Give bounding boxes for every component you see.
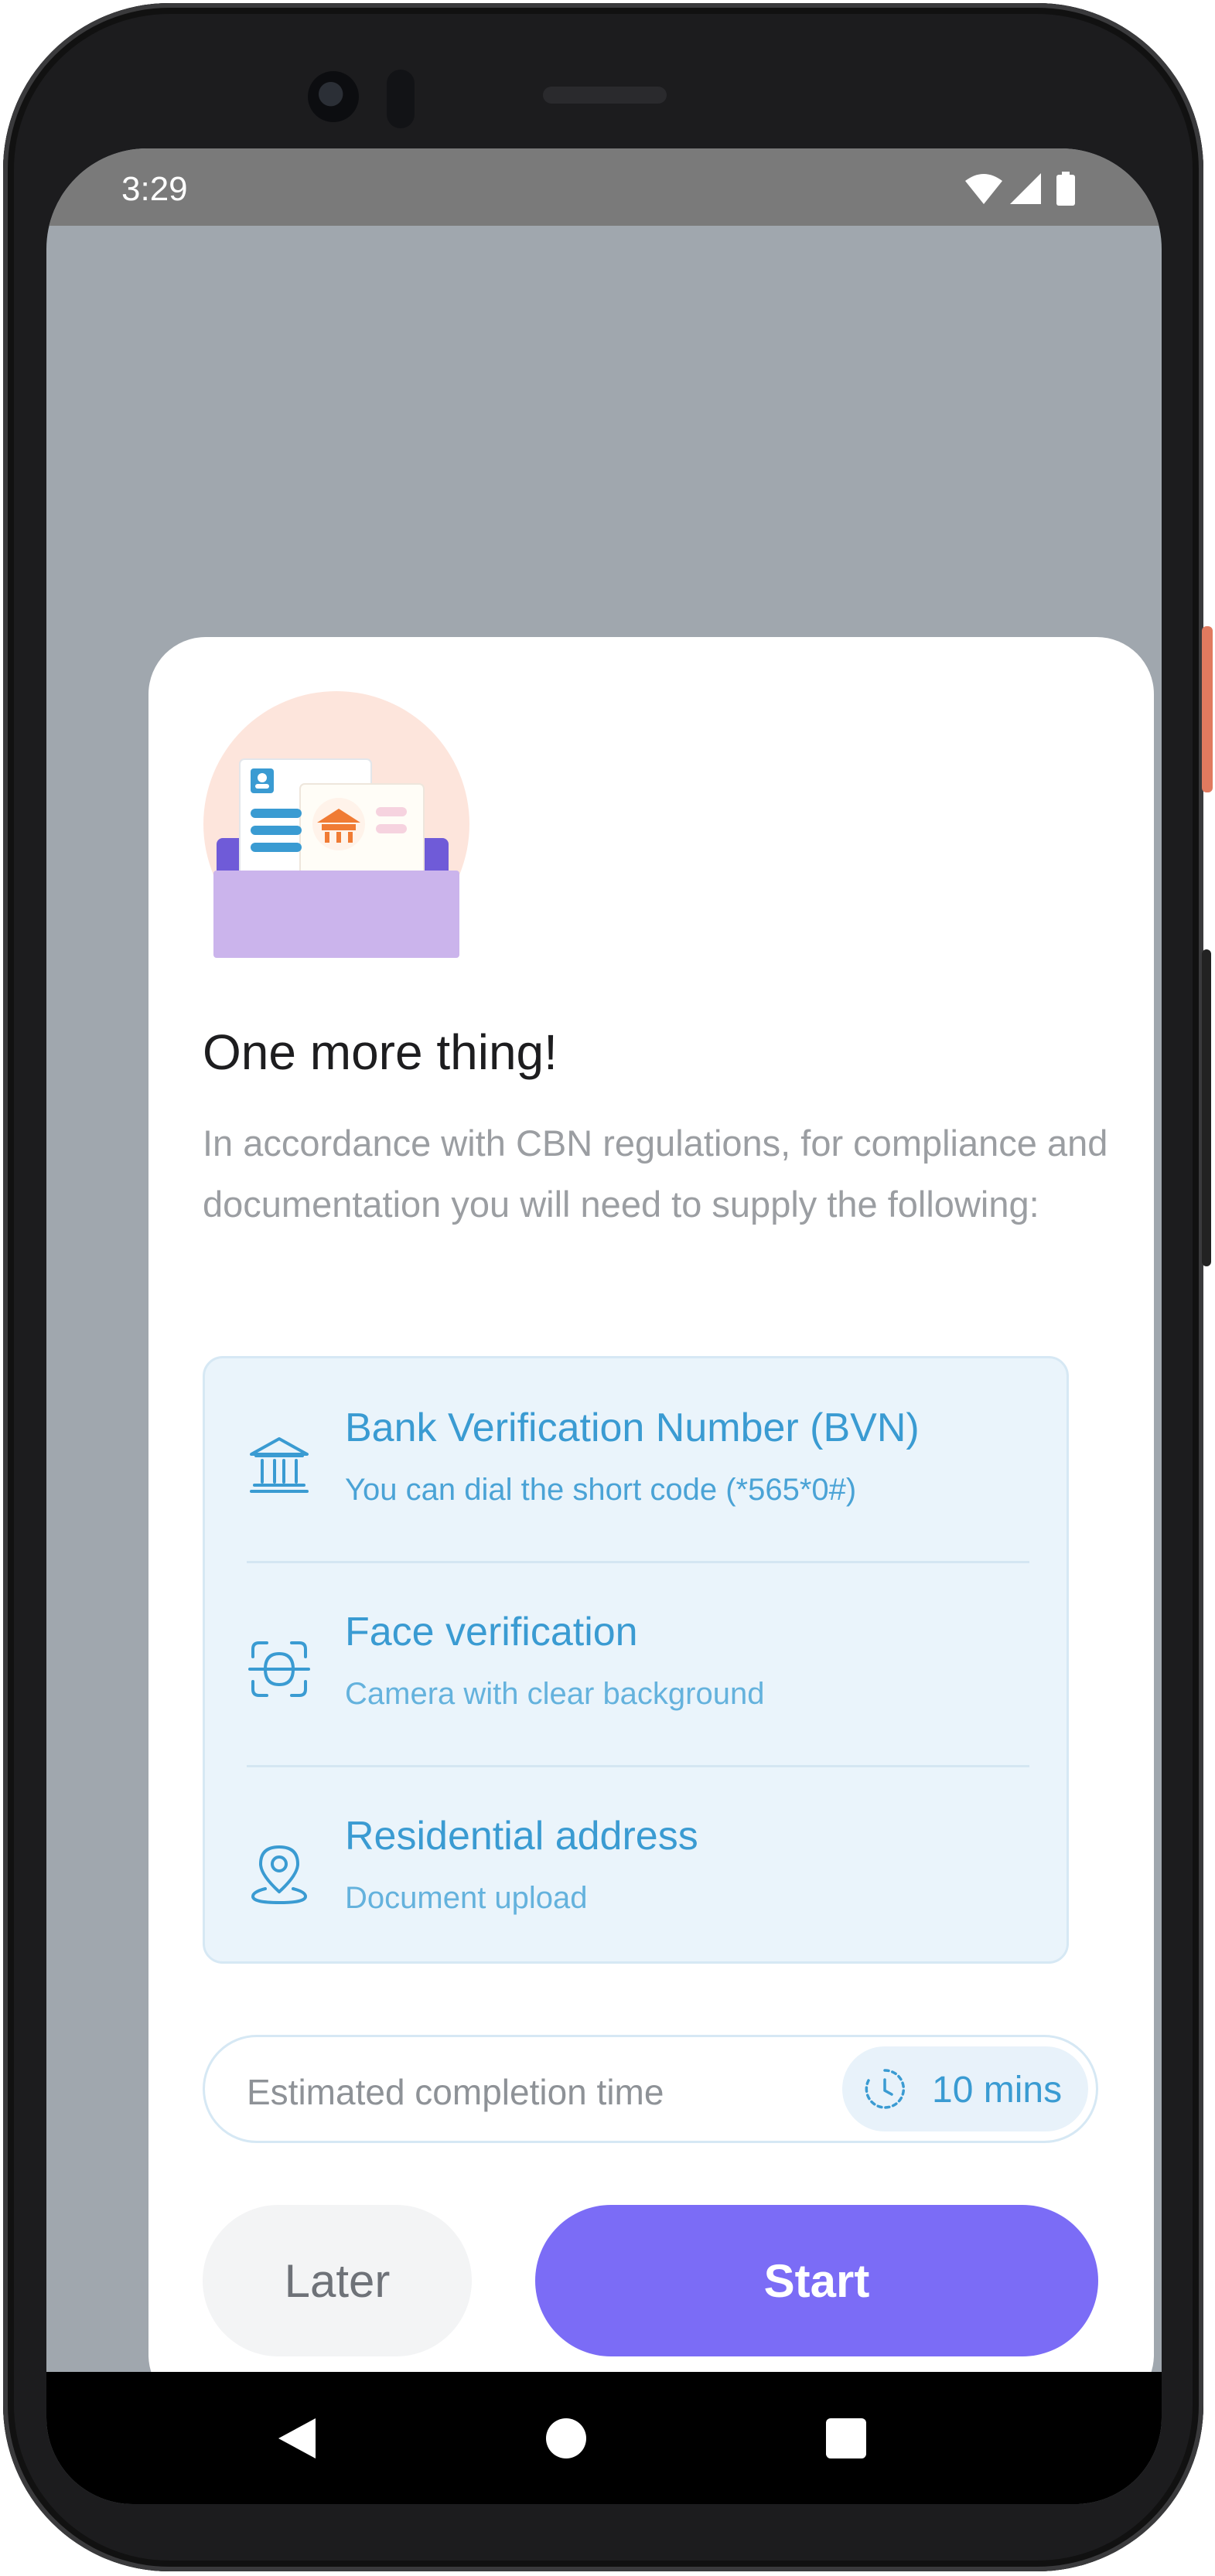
requirement-subtitle: Document upload — [345, 1881, 588, 1915]
navigation-bar — [46, 2372, 1162, 2504]
dialog-description: In accordance with CBN regulations, for … — [203, 1123, 1108, 1225]
status-icons — [964, 172, 1087, 206]
face-scan-icon — [248, 1641, 310, 1697]
home-icon[interactable] — [541, 2414, 591, 2463]
requirement-title: Bank Verification Number (BVN) — [345, 1406, 920, 1450]
earpiece-speaker — [543, 87, 667, 104]
proximity-sensor — [387, 70, 415, 128]
bank-icon — [250, 1437, 309, 1493]
power-button — [1202, 626, 1213, 792]
clock-icon — [865, 2069, 906, 2109]
requirement-title: Face verification — [345, 1610, 638, 1654]
requirement-title: Residential address — [345, 1814, 698, 1859]
requirement-residential-address: Residential address Document upload — [205, 1767, 1067, 1969]
requirement-face-verification: Face verification Camera with clear back… — [205, 1562, 1067, 1765]
bottom-sheet-dialog: One more thing! In accordance with CBN r… — [148, 637, 1154, 2412]
estimated-time-badge: 10 mins — [842, 2046, 1088, 2131]
status-bar: 3:29 — [46, 148, 1162, 226]
documents-folder-illustration — [203, 691, 469, 958]
requirement-bvn: Bank Verification Number (BVN) You can d… — [205, 1358, 1067, 1561]
front-camera — [308, 71, 359, 122]
requirement-subtitle: You can dial the short code (*565*0#) — [345, 1473, 857, 1507]
screen: 3:29 One more thing! In accordance with … — [46, 148, 1162, 2504]
location-pin-icon — [251, 1845, 307, 1904]
estimated-time-value: 10 mins — [932, 2070, 1063, 2111]
status-time: 3:29 — [121, 170, 188, 208]
requirements-list: Bank Verification Number (BVN) You can d… — [203, 1356, 1069, 1964]
signal-icon — [1010, 173, 1041, 204]
estimated-time-row: Estimated completion time 10 mins — [203, 2035, 1098, 2143]
recents-icon[interactable] — [821, 2414, 871, 2463]
start-button[interactable]: Start — [535, 2205, 1098, 2356]
back-icon[interactable] — [271, 2414, 320, 2463]
later-button[interactable]: Later — [203, 2205, 472, 2356]
wifi-icon — [965, 174, 1002, 204]
volume-button — [1202, 949, 1211, 1266]
battery-icon — [1056, 172, 1075, 206]
requirement-subtitle: Camera with clear background — [345, 1677, 765, 1711]
estimated-time-label: Estimated completion time — [247, 2072, 664, 2112]
dialog-title: One more thing! — [203, 1024, 558, 1080]
